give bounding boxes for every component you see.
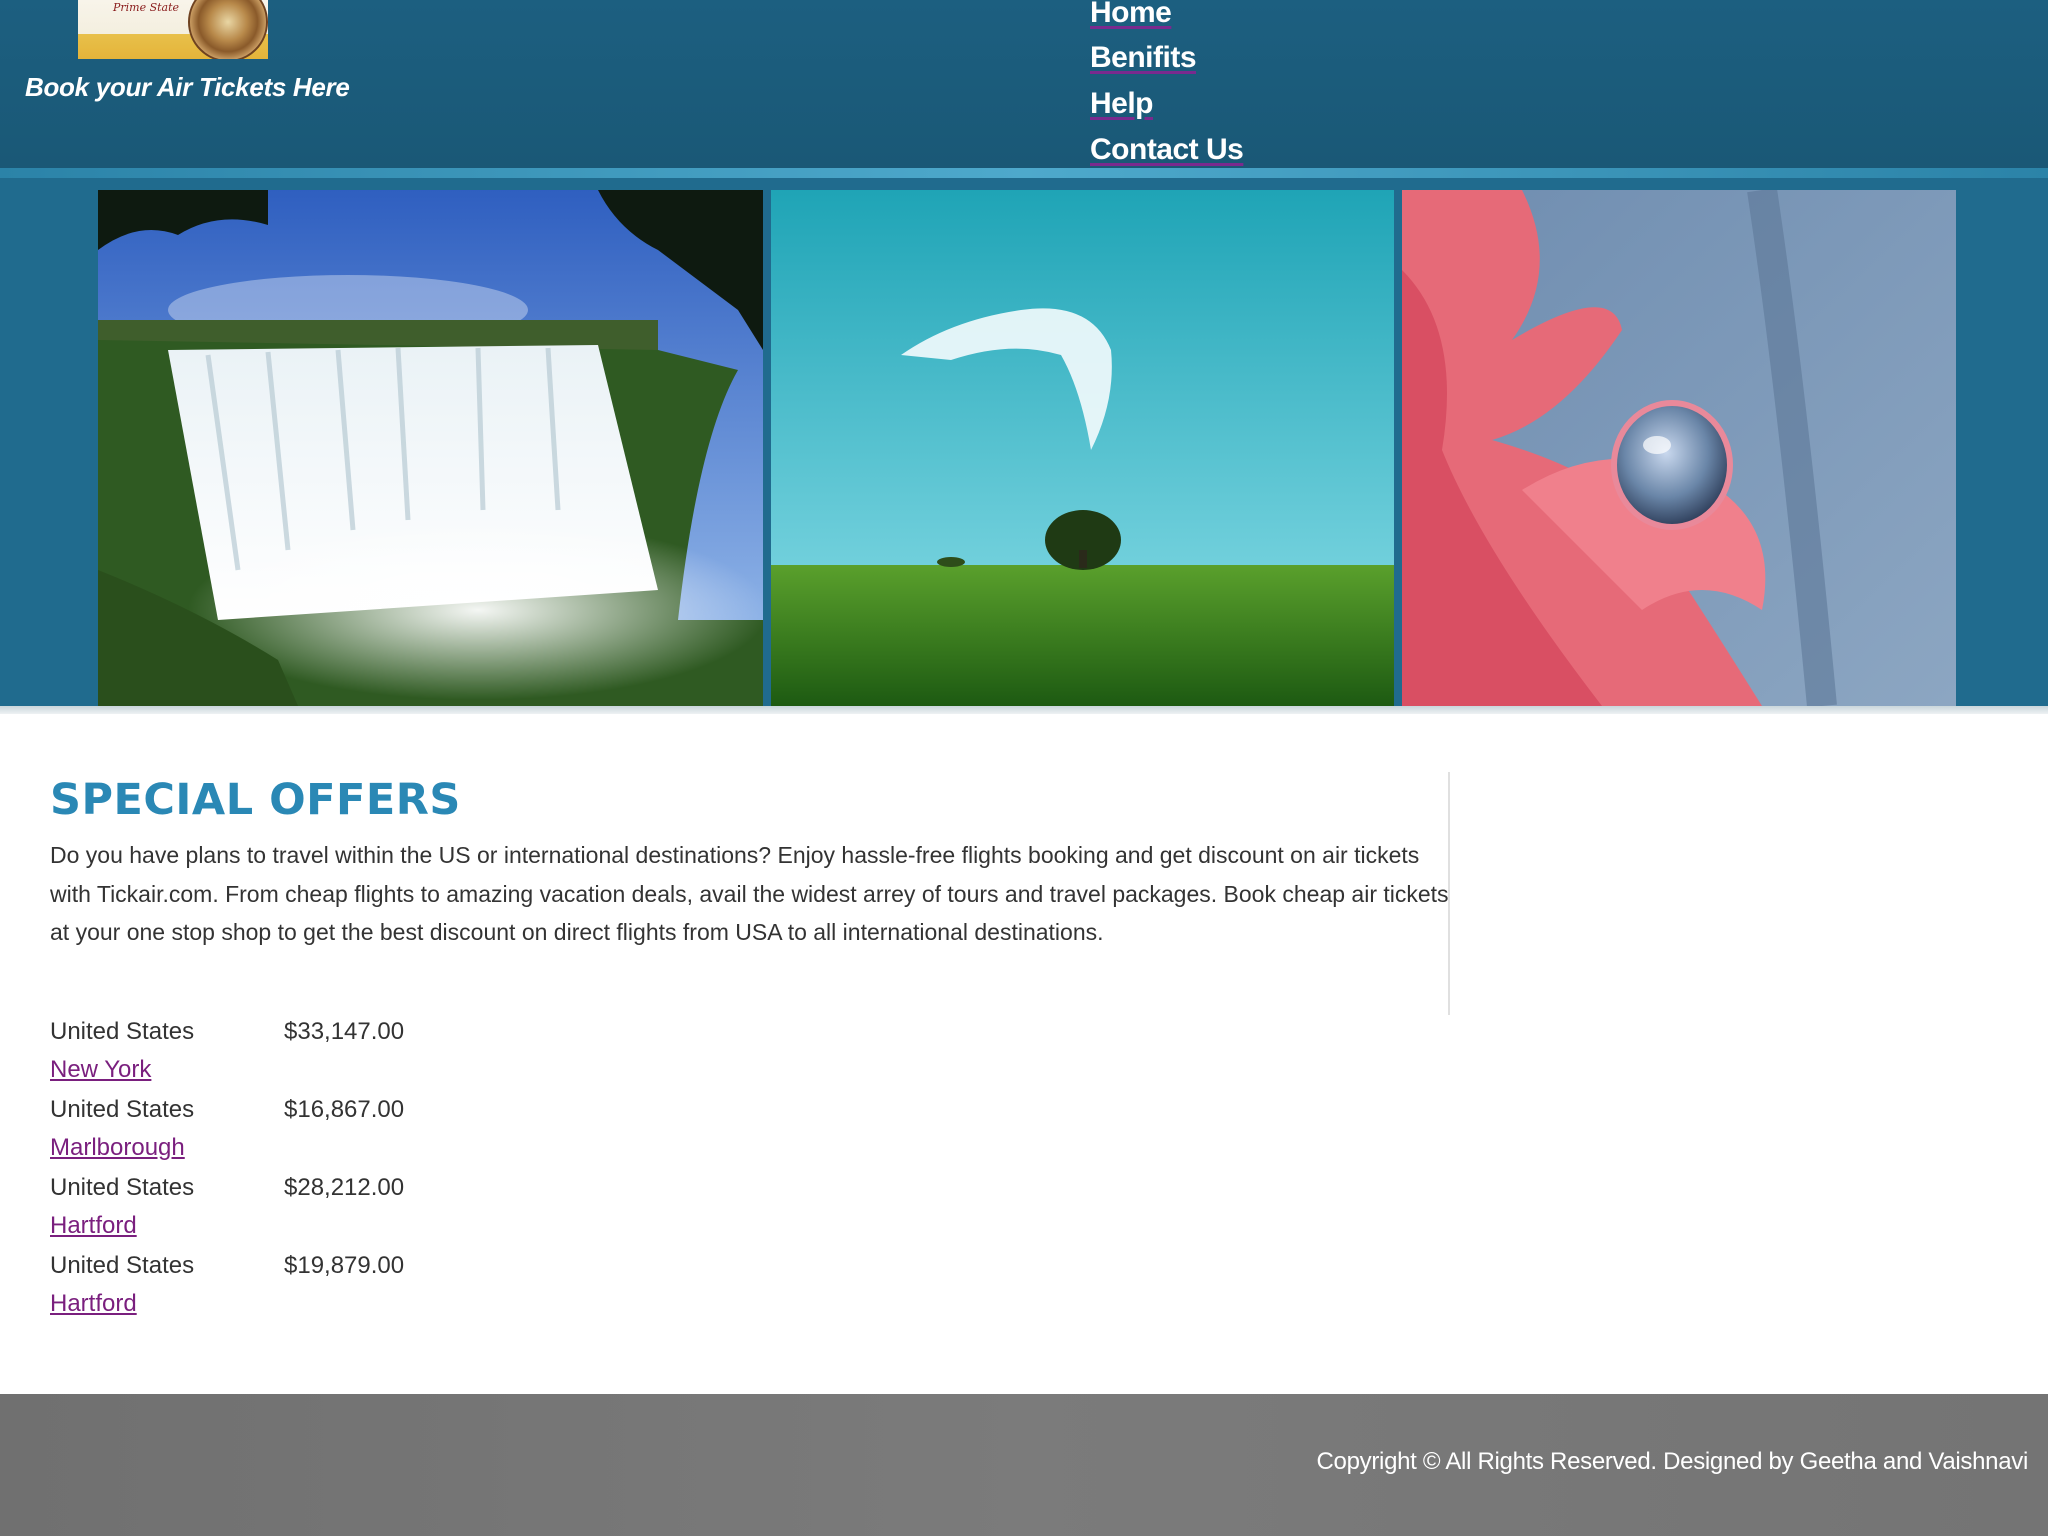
flower-photo	[1402, 190, 1956, 706]
offer-item: United States $33,147.00 New York	[50, 1018, 450, 1096]
offer-city-link[interactable]: Hartford	[50, 1290, 137, 1318]
logo[interactable]: Prime State	[78, 0, 268, 59]
site-header: Prime State Book your Air Tickets Here H…	[0, 0, 2048, 170]
logo-seal-icon	[188, 0, 268, 59]
offer-price: $28,212.00	[284, 1174, 405, 1201]
offer-country: United States	[50, 1018, 195, 1045]
offer-city-link[interactable]: New York	[50, 1056, 151, 1084]
special-offers-title: SPECIAL OFFERS	[50, 775, 461, 825]
offer-item: United States $19,879.00 Hartford	[50, 1252, 450, 1330]
offer-city-link[interactable]: Hartford	[50, 1212, 137, 1240]
waterfall-photo	[98, 190, 763, 706]
special-offers-description: Do you have plans to travel within the U…	[50, 842, 1449, 945]
logo-text: Prime State	[112, 1, 180, 14]
offer-price: $33,147.00	[284, 1018, 405, 1045]
nav-home-link[interactable]: Home	[1090, 0, 1172, 30]
tagline: Book your Air Tickets Here	[25, 72, 350, 102]
nav-help-link[interactable]: Help	[1090, 87, 1154, 121]
offer-price: $19,879.00	[284, 1252, 405, 1279]
offer-item: United States $28,212.00 Hartford	[50, 1174, 450, 1252]
offer-price: $16,867.00	[284, 1096, 405, 1123]
meadow-photo	[771, 190, 1394, 706]
banner-bottom-edge	[0, 706, 2048, 714]
offer-country: United States	[50, 1174, 195, 1201]
copyright-text: Copyright © All Rights Reserved. Designe…	[1316, 1448, 2029, 1475]
offer-country: United States	[50, 1096, 195, 1123]
offer-item: United States $16,867.00 Marlborough	[50, 1096, 450, 1174]
content-divider	[1448, 772, 1450, 1015]
nav-benifits-link[interactable]: Benifits	[1090, 41, 1197, 75]
offer-city-link[interactable]: Marlborough	[50, 1134, 185, 1162]
offer-country: United States	[50, 1252, 195, 1279]
nav-contact-us-link[interactable]: Contact Us	[1090, 133, 1244, 167]
